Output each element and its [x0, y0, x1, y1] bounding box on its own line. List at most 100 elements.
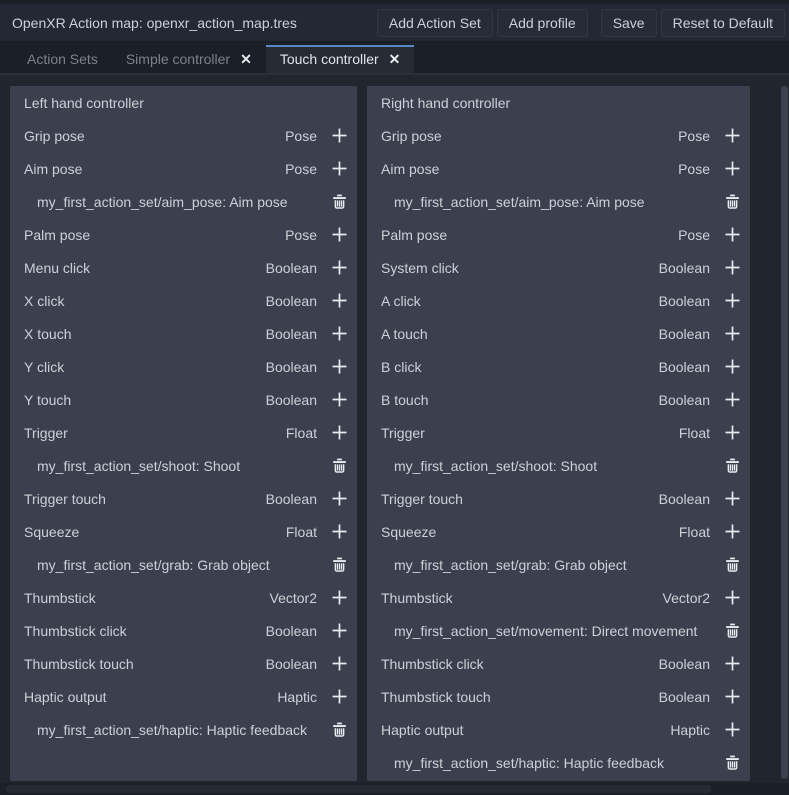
action-type-label: Float [679, 524, 710, 540]
add-binding-button[interactable] [325, 485, 353, 513]
plus-icon [724, 325, 741, 342]
add-binding-button[interactable] [718, 320, 746, 348]
action-type-label: Boolean [659, 392, 710, 408]
action-type-label: Pose [285, 128, 317, 144]
io-path-row: Thumbstick Vector2 [10, 581, 357, 614]
vertical-scrollbar[interactable] [781, 86, 788, 779]
io-path-row: Thumbstick click Boolean [10, 614, 357, 647]
io-path-row: Palm pose Pose [10, 218, 357, 251]
io-path-row: Trigger Float [367, 416, 750, 449]
delete-binding-button[interactable] [718, 617, 746, 645]
add-binding-button[interactable] [325, 254, 353, 282]
add-binding-button[interactable] [325, 617, 353, 645]
delete-binding-button[interactable] [325, 551, 353, 579]
delete-binding-button[interactable] [718, 749, 746, 777]
io-path-row: Thumbstick Vector2 [367, 581, 750, 614]
add-binding-button[interactable] [325, 650, 353, 678]
add-binding-button[interactable] [325, 287, 353, 315]
add-binding-button[interactable] [718, 155, 746, 183]
add-action-set-button[interactable]: Add Action Set [377, 9, 493, 37]
plus-icon [724, 721, 741, 738]
action-type-label: Pose [678, 128, 710, 144]
add-binding-button[interactable] [718, 419, 746, 447]
io-path-label: Thumbstick touch [381, 689, 491, 705]
add-binding-button[interactable] [718, 650, 746, 678]
horizontal-scrollbar-track[interactable] [0, 783, 789, 795]
bound-action-label: my_first_action_set/haptic: Haptic feedb… [394, 755, 664, 771]
plus-icon [331, 622, 348, 639]
add-binding-button[interactable] [718, 518, 746, 546]
bound-action-label: my_first_action_set/haptic: Haptic feedb… [37, 722, 307, 738]
add-binding-button[interactable] [325, 419, 353, 447]
add-binding-button[interactable] [718, 584, 746, 612]
delete-binding-button[interactable] [718, 551, 746, 579]
trash-icon [725, 623, 740, 638]
tab-touch-controller[interactable]: Touch controller ✕ [266, 45, 415, 73]
save-button[interactable]: Save [601, 9, 657, 37]
add-binding-button[interactable] [325, 683, 353, 711]
plus-icon [331, 127, 348, 144]
add-binding-button[interactable] [325, 518, 353, 546]
add-binding-button[interactable] [718, 221, 746, 249]
add-binding-button[interactable] [718, 353, 746, 381]
add-binding-button[interactable] [325, 320, 353, 348]
io-path-row: Thumbstick click Boolean [367, 647, 750, 680]
io-path-label: Thumbstick click [381, 656, 484, 672]
plus-icon [724, 424, 741, 441]
io-path-row: Squeeze Float [10, 515, 357, 548]
binding-row: my_first_action_set/grab: Grab object [10, 548, 357, 581]
header-bar: OpenXR Action map: openxr_action_map.tre… [0, 4, 789, 41]
io-path-row: A click Boolean [367, 284, 750, 317]
add-binding-button[interactable] [325, 584, 353, 612]
trash-icon [725, 194, 740, 209]
add-binding-button[interactable] [718, 386, 746, 414]
add-binding-button[interactable] [718, 716, 746, 744]
io-path-label: Trigger touch [381, 491, 463, 507]
delete-binding-button[interactable] [718, 452, 746, 480]
add-binding-button[interactable] [718, 683, 746, 711]
delete-binding-button[interactable] [718, 188, 746, 216]
io-path-row: Thumbstick touch Boolean [367, 680, 750, 713]
tab-simple-controller[interactable]: Simple controller ✕ [112, 45, 266, 73]
add-binding-button[interactable] [718, 254, 746, 282]
reset-to-default-button[interactable]: Reset to Default [661, 9, 785, 37]
plus-icon [724, 259, 741, 276]
horizontal-scrollbar-handle[interactable] [6, 785, 711, 793]
action-type-label: Boolean [659, 326, 710, 342]
plus-icon [331, 259, 348, 276]
add-binding-button[interactable] [325, 155, 353, 183]
io-path-row: B touch Boolean [367, 383, 750, 416]
close-icon[interactable]: ✕ [389, 51, 401, 68]
action-type-label: Boolean [266, 656, 317, 672]
add-binding-button[interactable] [325, 122, 353, 150]
delete-binding-button[interactable] [325, 188, 353, 216]
binding-row: my_first_action_set/movement: Direct mov… [367, 614, 750, 647]
delete-binding-button[interactable] [325, 716, 353, 744]
io-path-row: Palm pose Pose [367, 218, 750, 251]
io-path-row: Aim pose Pose [10, 152, 357, 185]
binding-row: my_first_action_set/shoot: Shoot [367, 449, 750, 482]
plus-icon [724, 358, 741, 375]
add-binding-button[interactable] [325, 353, 353, 381]
add-binding-button[interactable] [718, 287, 746, 315]
plus-icon [331, 523, 348, 540]
add-binding-button[interactable] [718, 485, 746, 513]
action-type-label: Pose [678, 227, 710, 243]
add-binding-button[interactable] [718, 122, 746, 150]
controller-panel: Left hand controller Grip pose Pose Aim … [10, 86, 357, 781]
action-type-label: Pose [285, 161, 317, 177]
plus-icon [331, 688, 348, 705]
plus-icon [331, 160, 348, 177]
io-path-row: B click Boolean [367, 350, 750, 383]
add-binding-button[interactable] [325, 386, 353, 414]
tab-action-sets[interactable]: Action Sets [13, 45, 112, 73]
io-path-row: Y touch Boolean [10, 383, 357, 416]
add-profile-button[interactable]: Add profile [497, 9, 588, 37]
close-icon[interactable]: ✕ [240, 51, 252, 68]
action-type-label: Boolean [266, 392, 317, 408]
io-path-label: Trigger [24, 425, 68, 441]
io-path-label: A touch [381, 326, 428, 342]
delete-binding-button[interactable] [325, 452, 353, 480]
add-binding-button[interactable] [325, 221, 353, 249]
plus-icon [331, 226, 348, 243]
